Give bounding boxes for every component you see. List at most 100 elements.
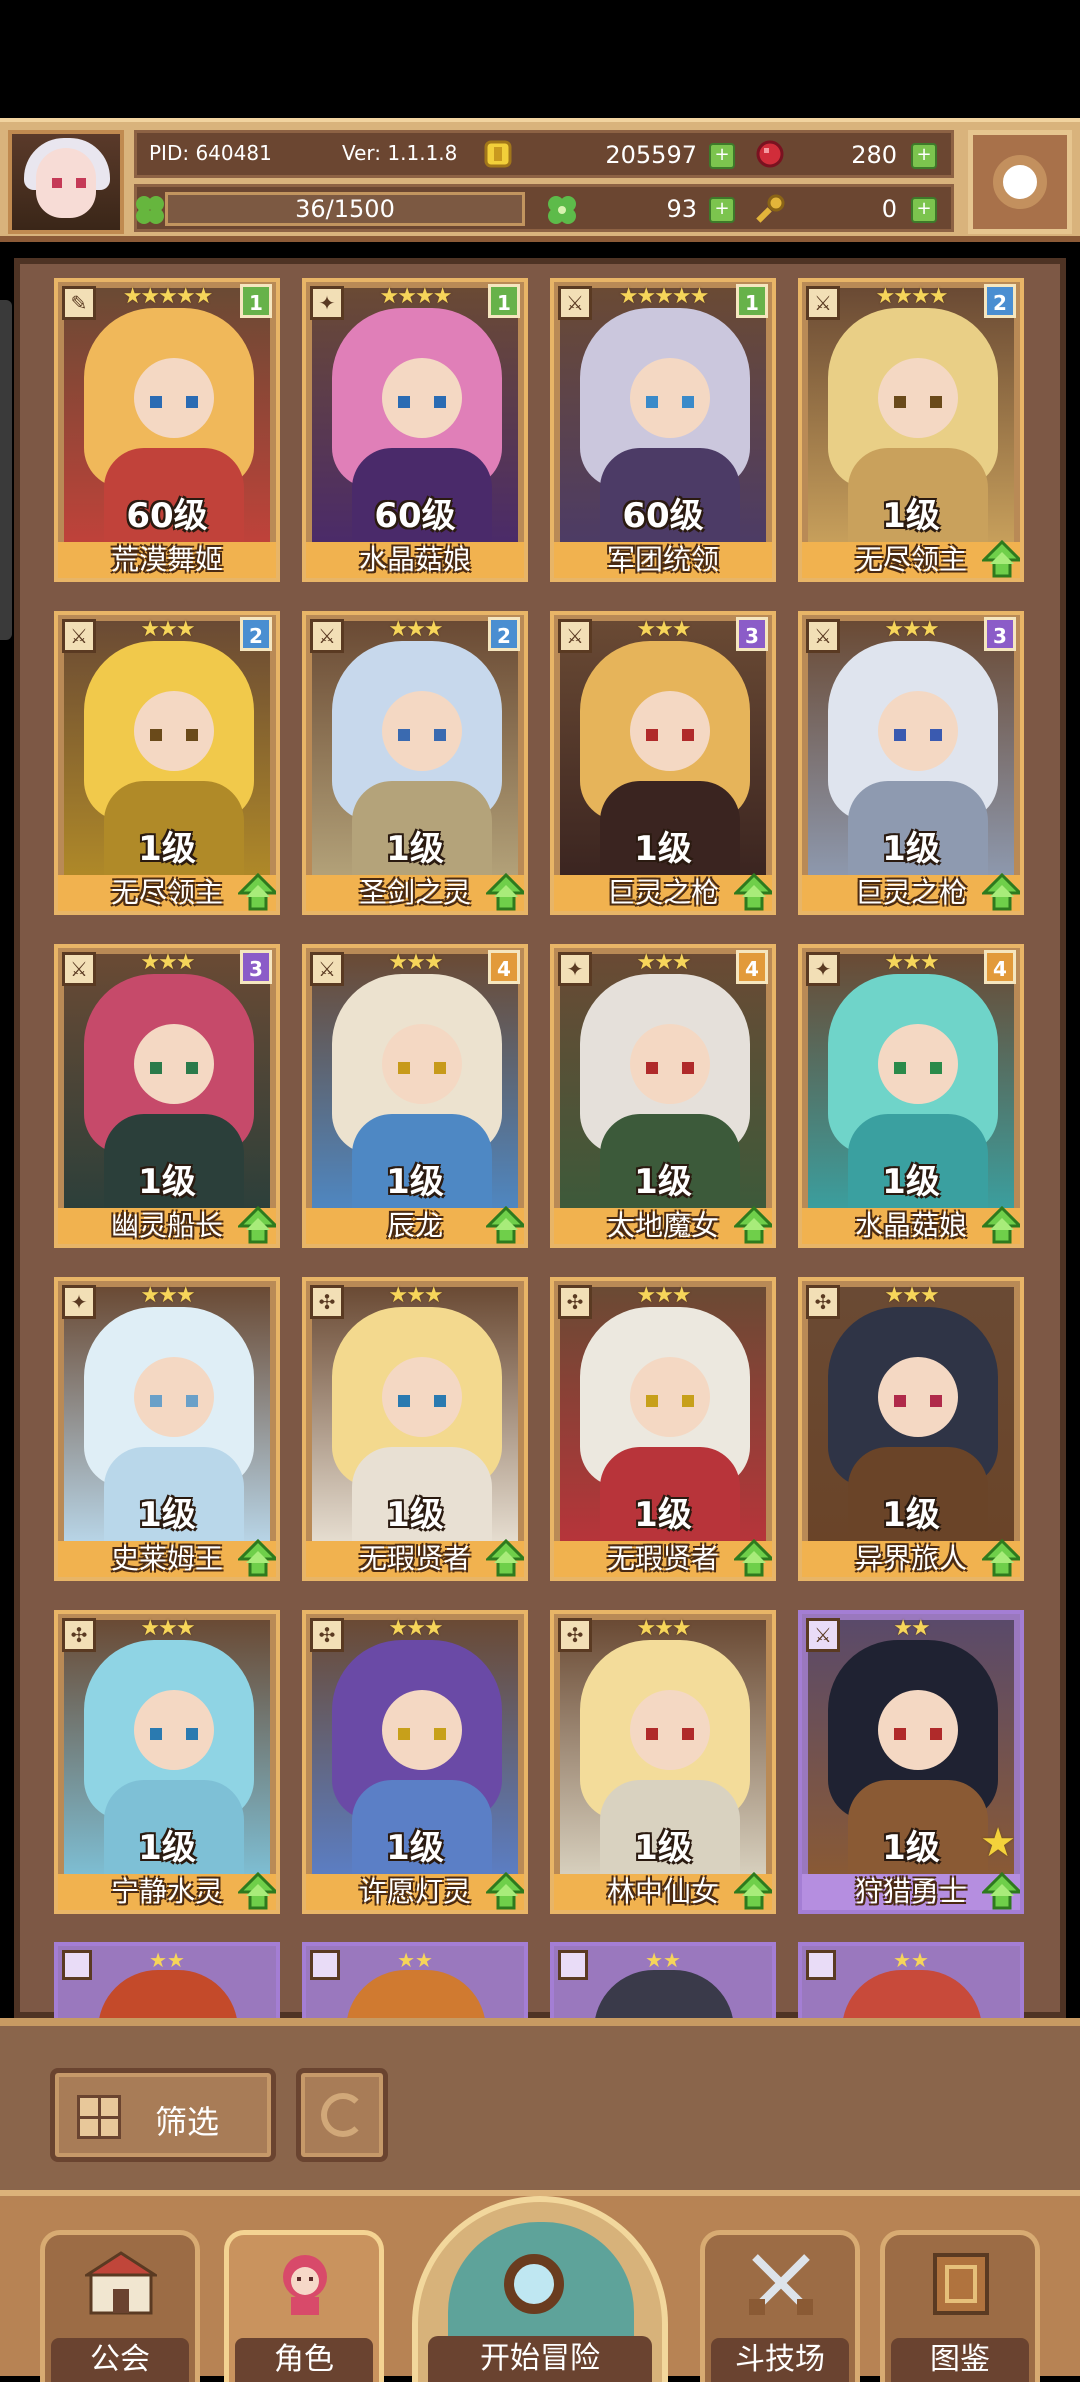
upgrade-arrow-icon: [734, 1206, 772, 1244]
player-avatar[interactable]: [8, 130, 124, 234]
portrait-face: [878, 1024, 958, 1104]
awaken-badge: 2: [984, 284, 1016, 318]
nav-adventure-label: 开始冒险: [428, 2336, 652, 2382]
portrait-eye: [186, 729, 198, 741]
class-slingshot-icon: ✎: [62, 286, 96, 320]
refresh-button[interactable]: [296, 2068, 388, 2162]
character-level: 1级: [882, 496, 940, 536]
magnifier-icon: [504, 2254, 564, 2314]
red-gem-icon: [755, 139, 785, 169]
character-card[interactable]: ✦ ★★★ 4 1级 水晶菇娘: [798, 944, 1024, 1248]
portrait-eye: [930, 1395, 942, 1407]
character-card[interactable]: ✦ ★★★ 4 1级 太地魔女: [550, 944, 776, 1248]
add-key-button[interactable]: +: [911, 197, 937, 223]
character-card[interactable]: ⚔ ★★★ 3 1级 幽灵船长: [54, 944, 280, 1248]
portrait-face: [630, 1690, 710, 1770]
character-card[interactable]: ✣ ★★★ 1级 许愿灯灵: [302, 1610, 528, 1914]
portrait-eye: [930, 396, 942, 408]
portrait-eye: [398, 1728, 410, 1740]
upgrade-arrow-icon: [486, 873, 524, 911]
nav-guild[interactable]: 公会: [40, 2230, 200, 2382]
class-sword-icon: ⚔: [806, 1618, 840, 1652]
star-rating: ★★★: [636, 1616, 691, 1641]
character-card[interactable]: ⚔ ★★★★ 2 1级 无尽领主: [798, 278, 1024, 582]
portrait-eye: [186, 1728, 198, 1740]
awaken-badge: 3: [984, 617, 1016, 651]
favorite-star-icon[interactable]: ★: [980, 1820, 1016, 1866]
character-level: 60级: [126, 496, 208, 536]
clover-icon: [545, 193, 576, 224]
class-sword-icon: ⚔: [558, 619, 592, 653]
character-card[interactable]: ✣ ★★★ 1级 无瑕贤者: [302, 1277, 528, 1581]
star-rating: ★★★: [636, 617, 691, 642]
class-sword-icon: ⚔: [806, 286, 840, 320]
nav-arena[interactable]: 斗技场: [700, 2230, 860, 2382]
character-card[interactable]: ✣ ★★★ 1级 无瑕贤者: [550, 1277, 776, 1581]
portrait-eye: [398, 1062, 410, 1074]
bottom-nav: 公会 角色 开始冒险 斗技场 图鉴: [0, 2190, 1080, 2382]
character-card[interactable]: ⚔ ★★★ 4 1级 辰龙: [302, 944, 528, 1248]
class-shield-icon: ✣: [310, 1285, 344, 1319]
portrait-eye: [398, 396, 410, 408]
character-card[interactable]: ⚔ ★★★ 3 1级 巨灵之枪: [550, 611, 776, 915]
character-card[interactable]: ⚔ ★★★ 2 1级 圣剑之灵: [302, 611, 528, 915]
portrait-eye: [646, 729, 658, 741]
character-card[interactable]: ⚔ ★★ 1级 狩猎勇士 ★: [798, 1610, 1024, 1914]
portrait-eye: [682, 1395, 694, 1407]
star-rating: ★★★★★: [122, 284, 214, 309]
portrait-eye: [434, 1062, 446, 1074]
nav-character[interactable]: 角色: [224, 2230, 384, 2382]
character-card[interactable]: ✦ ★★★★ 1 60级 水晶菇娘: [302, 278, 528, 582]
portrait-face: [878, 1357, 958, 1437]
add-gem-button[interactable]: +: [911, 143, 937, 169]
character-card[interactable]: ⚔ ★★★★★ 1 60级 军团统领: [550, 278, 776, 582]
character-card[interactable]: ✣ ★★★ 1级 宁静水灵: [54, 1610, 280, 1914]
portrait-eye: [150, 729, 162, 741]
character-level: 1级: [138, 1162, 196, 1202]
class-sword-icon: ⚔: [310, 619, 344, 653]
character-level: 1级: [634, 1828, 692, 1868]
character-portrait: [594, 1970, 734, 2022]
nav-guild-label: 公会: [51, 2338, 189, 2382]
portrait-eye: [646, 1728, 658, 1740]
upgrade-arrow-icon: [982, 1539, 1020, 1577]
character-card-partial[interactable]: ★★: [54, 1942, 280, 2022]
portrait-eye: [434, 1728, 446, 1740]
class-sword-icon: [806, 1950, 836, 1980]
character-card[interactable]: ✣ ★★★ 1级 林中仙女: [550, 1610, 776, 1914]
character-card[interactable]: ✦ ★★★ 1级 史莱姆王: [54, 1277, 280, 1581]
awaken-badge: 2: [240, 617, 272, 651]
filter-button[interactable]: 筛选: [50, 2068, 276, 2162]
portrait-eye: [894, 1062, 906, 1074]
character-card[interactable]: ✎ ★★★★★ 1 60级 荒漠舞姬: [54, 278, 280, 582]
character-card-partial[interactable]: ★★: [798, 1942, 1024, 2022]
portrait-face: [630, 358, 710, 438]
character-card[interactable]: ✣ ★★★ 1级 异界旅人: [798, 1277, 1024, 1581]
add-clover-button[interactable]: +: [709, 197, 735, 223]
portrait-eye: [682, 396, 694, 408]
clover-stamina-icon: [133, 193, 164, 224]
awaken-badge: 1: [240, 284, 272, 318]
gold-amount: 205597: [605, 141, 697, 169]
character-card[interactable]: ⚔ ★★★ 3 1级 巨灵之枪: [798, 611, 1024, 915]
upgrade-arrow-icon: [238, 1539, 276, 1577]
character-card-partial[interactable]: ★★: [302, 1942, 528, 2022]
character-card-partial[interactable]: ★★: [550, 1942, 776, 2022]
star-rating: ★★★: [884, 1283, 939, 1308]
portrait-face: [134, 358, 214, 438]
add-gold-button[interactable]: +: [709, 143, 735, 169]
awaken-badge: 4: [736, 950, 768, 984]
character-card[interactable]: ⚔ ★★★ 2 1级 无尽领主: [54, 611, 280, 915]
nav-start-adventure[interactable]: 开始冒险: [412, 2196, 668, 2382]
character-level: 60级: [622, 496, 704, 536]
settings-button[interactable]: [968, 130, 1072, 234]
portrait-eye: [150, 1728, 162, 1740]
character-name: 荒漠舞姬: [58, 542, 276, 578]
portrait-eye: [894, 1395, 906, 1407]
class-staff-icon: ✦: [62, 1285, 96, 1319]
character-level: 1级: [882, 829, 940, 869]
star-rating: ★★★: [140, 1283, 195, 1308]
upgrade-arrow-icon: [982, 1206, 1020, 1244]
nav-codex[interactable]: 图鉴: [880, 2230, 1040, 2382]
star-rating: ★★: [397, 1948, 433, 1972]
